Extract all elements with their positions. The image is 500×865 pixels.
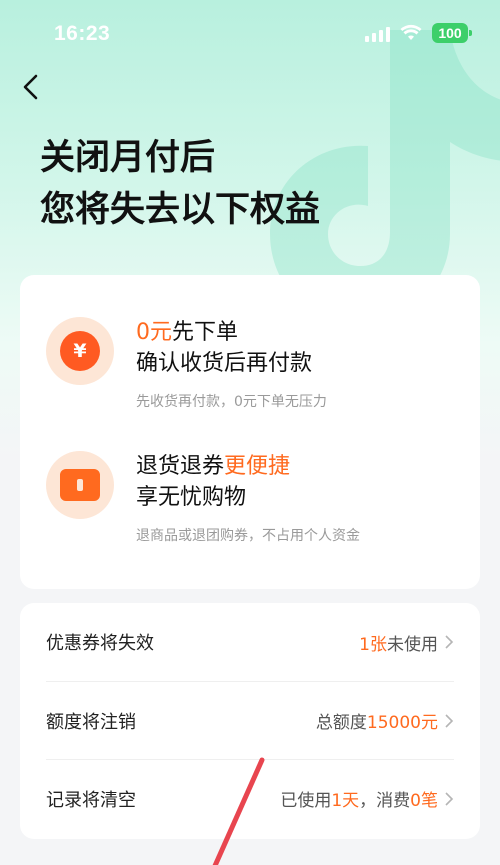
status-bar: 16:23 100: [0, 0, 500, 66]
row-records[interactable]: 记录将清空 已使用1天，消费0笔: [46, 759, 454, 837]
chevron-right-icon: [445, 713, 454, 728]
loss-details-card: 优惠券将失效 1张未使用 额度将注销 总额度15000元 记录将清空 已使用1天…: [20, 603, 480, 839]
cellular-signal-icon: [365, 24, 390, 42]
row-value: 已使用1天，消费0笔: [280, 786, 454, 811]
row-coupons[interactable]: 优惠券将失效 1张未使用: [46, 603, 454, 681]
status-time: 16:23: [54, 22, 111, 45]
row-label: 记录将清空: [46, 789, 136, 811]
benefits-card: ¥ 0元先下单 确认收货后再付款 先收货再付款，0元下单无压力 退货退券更便捷 …: [20, 275, 480, 589]
benefit-title: 退货退券更便捷 享无忧购物: [136, 454, 291, 510]
row-credit-limit[interactable]: 额度将注销 总额度15000元: [46, 681, 454, 759]
wifi-icon: [400, 24, 422, 40]
headline-line-2: 您将失去以下权益: [40, 190, 321, 230]
benefit-title: 0元先下单 确认收货后再付款: [136, 320, 313, 376]
row-value: 1张未使用: [359, 630, 454, 655]
row-label: 优惠券将失效: [46, 633, 154, 654]
yuan-icon: ¥: [46, 317, 114, 385]
benefit-description: 退商品或退团购券，不占用个人资金: [136, 528, 360, 544]
back-arrow-icon[interactable]: [16, 70, 46, 104]
chevron-right-icon: [445, 791, 454, 806]
headline-line-1: 关闭月付后: [40, 138, 216, 178]
chevron-right-icon: [445, 635, 454, 649]
page-headline: 关闭月付后 您将失去以下权益: [40, 132, 320, 236]
ticket-icon: [46, 451, 114, 519]
row-label: 额度将注销: [46, 711, 136, 733]
row-value: 总额度15000元: [316, 708, 454, 733]
benefit-description: 先收货再付款，0元下单无压力: [136, 394, 327, 410]
battery-indicator: 100: [432, 23, 472, 43]
